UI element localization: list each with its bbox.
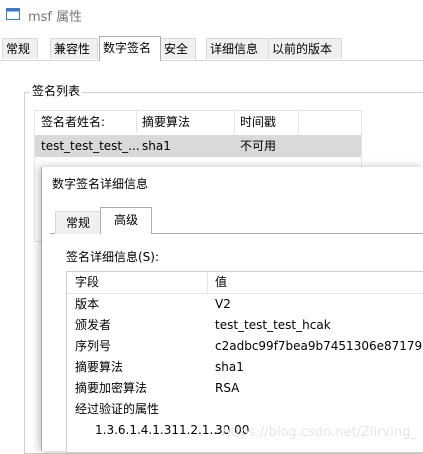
list-header: 字段 值	[67, 272, 423, 293]
list-item[interactable]: test_test_test_... sha1 不可用	[35, 135, 361, 157]
field-value: RSA	[215, 381, 240, 395]
dialog-tab-advanced[interactable]: 高级	[100, 207, 152, 234]
title-bar: msf 属性	[0, 0, 423, 30]
signature-list-label: 签名列表	[30, 82, 83, 99]
tab-details[interactable]: 详细信息	[206, 38, 270, 59]
column-header-digest[interactable]: 摘要算法	[142, 111, 190, 133]
column-header-value[interactable]: 值	[215, 272, 227, 293]
field-value: sha1	[215, 360, 244, 374]
column-divider[interactable]	[298, 111, 299, 133]
column-header-field[interactable]: 字段	[75, 272, 99, 293]
column-divider[interactable]	[234, 111, 235, 133]
table-row[interactable]: 版本 V2	[67, 294, 423, 315]
tab-digital-signatures[interactable]: 数字签名	[99, 36, 161, 61]
table-row[interactable]: 摘要加密算法 RSA	[67, 378, 423, 399]
field-name: 版本	[75, 297, 100, 311]
watermark: https://blog.csdn.net/Zlirving_	[222, 425, 417, 440]
digest-algorithm: sha1	[142, 139, 171, 153]
field-name: 序列号	[75, 339, 112, 353]
column-header-signer[interactable]: 签名者姓名:	[41, 111, 105, 133]
field-name: 经过验证的属性	[75, 402, 160, 416]
field-name: 摘要算法	[75, 360, 124, 374]
signature-details-dialog: 数字签名详细信息 常规 高级 签名详细信息(S): 字段 值 版本 V2 颁发者…	[41, 167, 423, 453]
table-row[interactable]: 摘要算法 sha1	[67, 357, 423, 378]
table-row[interactable]: 经过验证的属性	[67, 399, 423, 420]
timestamp: 不可用	[240, 139, 277, 153]
column-divider[interactable]	[207, 272, 208, 293]
signature-details-label: 签名详细信息(S):	[66, 250, 160, 264]
column-divider[interactable]	[136, 111, 137, 133]
field-name: 摘要加密算法	[75, 381, 148, 395]
field-value: c2adbc99f7bea9b7451306e87179...	[215, 339, 423, 353]
signer-name: test_test_test_...	[41, 139, 140, 153]
field-value: test_test_test_hcak	[215, 318, 331, 332]
field-name: 颁发者	[75, 318, 112, 332]
dialog-title-bar: 数字签名详细信息	[42, 167, 423, 199]
window-icon	[6, 8, 20, 20]
tab-compatibility[interactable]: 兼容性	[50, 38, 98, 59]
table-row[interactable]: 序列号 c2adbc99f7bea9b7451306e87179...	[67, 336, 423, 357]
tab-previous-versions[interactable]: 以前的版本	[268, 38, 342, 59]
dialog-tab-general[interactable]: 常规	[55, 211, 101, 234]
window-title: msf 属性	[28, 10, 83, 25]
dialog-title: 数字签名详细信息	[52, 177, 149, 191]
field-name: 1.3.6.1.4.1.311.2.1...	[95, 423, 221, 437]
field-value: V2	[215, 297, 231, 311]
tab-general[interactable]: 常规	[2, 38, 38, 59]
tab-bar: 常规 兼容性 数字签名 安全 详细信息 以前的版本	[0, 36, 423, 61]
column-header-timestamp[interactable]: 时间戳	[240, 111, 276, 133]
table-row[interactable]: 颁发者 test_test_test_hcak	[67, 315, 423, 336]
tab-security[interactable]: 安全	[160, 38, 196, 59]
